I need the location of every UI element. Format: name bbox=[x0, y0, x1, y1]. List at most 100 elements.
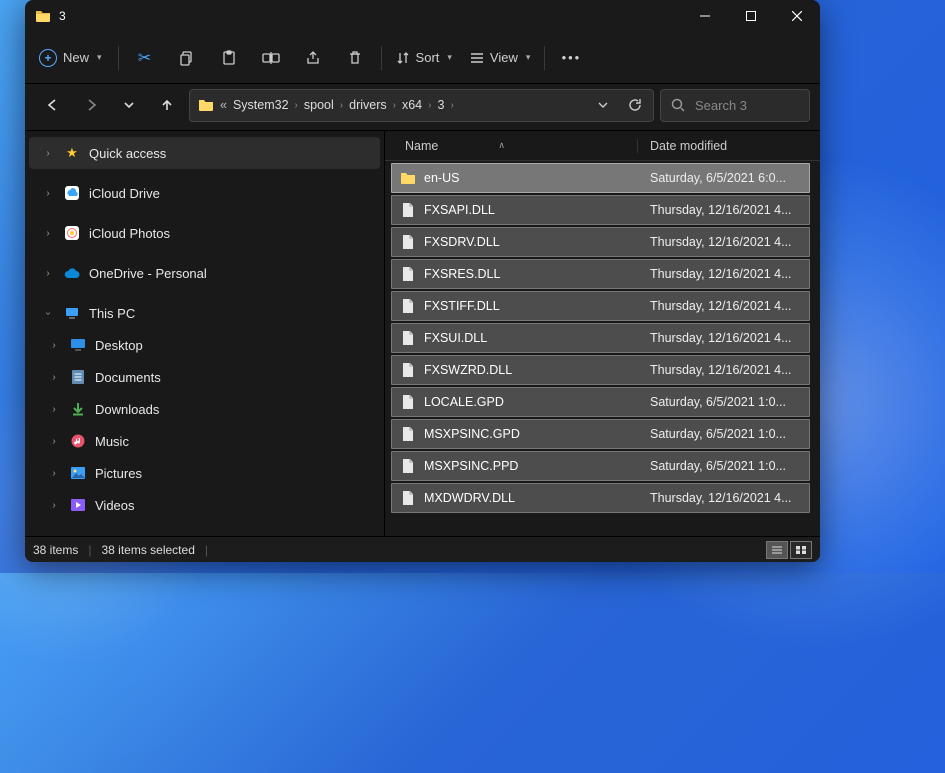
trash-icon bbox=[347, 50, 363, 66]
breadcrumb-item[interactable]: System32› bbox=[233, 98, 298, 112]
sidebar-item-onedrive[interactable]: › OneDrive - Personal bbox=[29, 257, 380, 289]
minimize-button[interactable] bbox=[682, 0, 728, 32]
file-row[interactable]: FXSRES.DLLThursday, 12/16/2021 4... bbox=[391, 259, 810, 289]
maximize-button[interactable] bbox=[728, 0, 774, 32]
chevron-right-icon: › bbox=[295, 100, 298, 111]
chevron-right-icon[interactable]: › bbox=[47, 436, 61, 447]
pictures-icon bbox=[69, 464, 87, 482]
view-button-label: View bbox=[490, 50, 518, 65]
chevron-right-icon[interactable]: › bbox=[47, 500, 61, 511]
file-date: Thursday, 12/16/2021 4... bbox=[638, 203, 809, 217]
rename-button[interactable] bbox=[251, 40, 291, 76]
sidebar-item-pictures[interactable]: › Pictures bbox=[29, 457, 380, 489]
file-row[interactable]: FXSDRV.DLLThursday, 12/16/2021 4... bbox=[391, 227, 810, 257]
file-date: Saturday, 6/5/2021 6:0... bbox=[638, 171, 809, 185]
thumbnails-view-button[interactable] bbox=[790, 541, 812, 559]
status-count: 38 items bbox=[33, 543, 78, 557]
sidebar-item-icloud-drive[interactable]: › iCloud Drive bbox=[29, 177, 380, 209]
sort-button[interactable]: Sort ▾ bbox=[388, 40, 460, 76]
address-dropdown-button[interactable] bbox=[589, 92, 617, 118]
chevron-right-icon[interactable]: › bbox=[41, 188, 55, 199]
breadcrumb-item[interactable]: spool› bbox=[304, 98, 343, 112]
navigation-bar: « System32› spool› drivers› x64› 3› bbox=[25, 84, 820, 130]
file-row[interactable]: LOCALE.GPDSaturday, 6/5/2021 1:0... bbox=[391, 387, 810, 417]
search-box[interactable] bbox=[660, 89, 810, 122]
file-list-pane: Name ∧ Date modified en-USSaturday, 6/5/… bbox=[385, 131, 820, 536]
sidebar-item-documents[interactable]: › Documents bbox=[29, 361, 380, 393]
documents-icon bbox=[69, 368, 87, 386]
forward-button[interactable] bbox=[75, 89, 107, 121]
file-row[interactable]: en-USSaturday, 6/5/2021 6:0... bbox=[391, 163, 810, 193]
file-name: LOCALE.GPD bbox=[424, 395, 504, 409]
file-row[interactable]: FXSUI.DLLThursday, 12/16/2021 4... bbox=[391, 323, 810, 353]
sidebar-item-videos[interactable]: › Videos bbox=[29, 489, 380, 521]
file-row[interactable]: FXSTIFF.DLLThursday, 12/16/2021 4... bbox=[391, 291, 810, 321]
chevron-right-icon: › bbox=[340, 100, 343, 111]
delete-button[interactable] bbox=[335, 40, 375, 76]
view-button[interactable]: View ▾ bbox=[462, 40, 538, 76]
file-row[interactable]: MSXPSINC.PPDSaturday, 6/5/2021 1:0... bbox=[391, 451, 810, 481]
file-row[interactable]: MSXPSINC.GPDSaturday, 6/5/2021 1:0... bbox=[391, 419, 810, 449]
breadcrumb-item[interactable]: 3› bbox=[437, 98, 453, 112]
address-bar[interactable]: « System32› spool› drivers› x64› 3› bbox=[189, 89, 654, 122]
file-row[interactable]: FXSWZRD.DLL Thursday, 12/16/2021 4... bbox=[391, 355, 810, 385]
chevron-right-icon[interactable]: › bbox=[47, 404, 61, 415]
column-date[interactable]: Date modified bbox=[637, 139, 810, 153]
paste-button[interactable] bbox=[209, 40, 249, 76]
breadcrumb-item[interactable]: x64› bbox=[402, 98, 432, 112]
chevron-down-icon[interactable]: › bbox=[43, 306, 54, 320]
sidebar-item-music[interactable]: › Music bbox=[29, 425, 380, 457]
sidebar-item-downloads[interactable]: › Downloads bbox=[29, 393, 380, 425]
sidebar-item-desktop[interactable]: › Desktop bbox=[29, 329, 380, 361]
search-input[interactable] bbox=[695, 98, 799, 113]
chevron-right-icon[interactable]: › bbox=[41, 228, 55, 239]
rename-icon bbox=[262, 50, 280, 66]
file-explorer-window: 3 + New ▾ ✂ Sort ▾ View ▾ ••• bbox=[25, 0, 820, 562]
column-name[interactable]: Name ∧ bbox=[385, 139, 637, 153]
videos-icon bbox=[69, 496, 87, 514]
file-icon bbox=[400, 362, 416, 378]
file-row[interactable]: MXDWDRV.DLLThursday, 12/16/2021 4... bbox=[391, 483, 810, 513]
chevron-right-icon[interactable]: › bbox=[47, 372, 61, 383]
paste-icon bbox=[221, 50, 237, 66]
file-icon bbox=[400, 490, 416, 506]
downloads-icon bbox=[69, 400, 87, 418]
file-date: Thursday, 12/16/2021 4... bbox=[638, 363, 809, 377]
chevron-right-icon[interactable]: › bbox=[41, 268, 55, 279]
recent-button[interactable] bbox=[113, 89, 145, 121]
file-name: FXSAPI.DLL bbox=[424, 203, 495, 217]
breadcrumb-item[interactable]: drivers› bbox=[349, 98, 396, 112]
navigation-pane[interactable]: › ★ Quick access › iCloud Drive › iCloud… bbox=[25, 131, 385, 536]
sidebar-item-quick-access[interactable]: › ★ Quick access bbox=[29, 137, 380, 169]
close-button[interactable] bbox=[774, 0, 820, 32]
copy-button[interactable] bbox=[167, 40, 207, 76]
file-name: FXSWZRD.DLL bbox=[424, 363, 512, 377]
chevron-right-icon[interactable]: › bbox=[41, 148, 55, 159]
breadcrumb-overflow[interactable]: « bbox=[220, 98, 227, 112]
more-button[interactable]: ••• bbox=[551, 40, 591, 76]
cut-button[interactable]: ✂ bbox=[125, 40, 165, 76]
back-button[interactable] bbox=[37, 89, 69, 121]
file-rows[interactable]: en-USSaturday, 6/5/2021 6:0...FXSAPI.DLL… bbox=[385, 161, 820, 536]
up-button[interactable] bbox=[151, 89, 183, 121]
refresh-button[interactable] bbox=[621, 92, 649, 118]
chevron-right-icon[interactable]: › bbox=[47, 340, 61, 351]
cloud-icon bbox=[63, 264, 81, 282]
file-name: MSXPSINC.PPD bbox=[424, 459, 518, 473]
chevron-right-icon[interactable]: › bbox=[47, 468, 61, 479]
computer-icon bbox=[63, 304, 81, 322]
sidebar-item-this-pc[interactable]: › This PC bbox=[29, 297, 380, 329]
sidebar-item-label: This PC bbox=[89, 306, 135, 321]
new-button[interactable]: + New ▾ bbox=[31, 40, 112, 76]
photos-icon bbox=[63, 224, 81, 242]
more-icon: ••• bbox=[562, 50, 582, 65]
file-row[interactable]: FXSAPI.DLL Thursday, 12/16/2021 4... bbox=[391, 195, 810, 225]
title-bar[interactable]: 3 bbox=[25, 0, 820, 32]
sidebar-item-label: Videos bbox=[95, 498, 135, 513]
file-date: Thursday, 12/16/2021 4... bbox=[638, 331, 809, 345]
details-view-button[interactable] bbox=[766, 541, 788, 559]
share-button[interactable] bbox=[293, 40, 333, 76]
sidebar-item-icloud-photos[interactable]: › iCloud Photos bbox=[29, 217, 380, 249]
folder-icon bbox=[400, 170, 416, 186]
sidebar-item-label: iCloud Photos bbox=[89, 226, 170, 241]
